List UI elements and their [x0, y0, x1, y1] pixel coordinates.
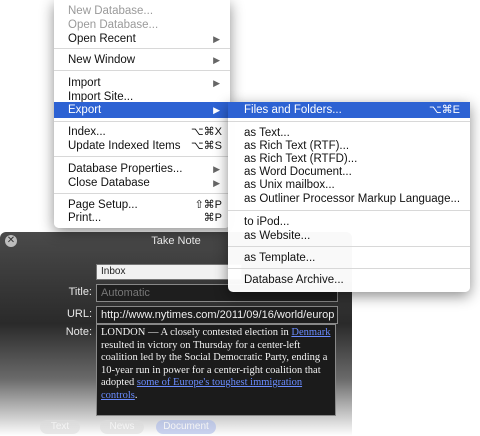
menu-item-export[interactable]: Export ▶ [54, 102, 230, 118]
submenu-item-as-rtfd[interactable]: as Rich Text (RTFD)... [228, 152, 470, 166]
menu-item-index[interactable]: Index... ⌥⌘X [54, 125, 230, 139]
note-textarea[interactable]: LONDON — A closely contested election in… [96, 324, 336, 416]
submenu-item-database-archive[interactable]: Database Archive... [228, 273, 470, 287]
submenu-arrow-icon: ▶ [213, 34, 220, 44]
menu-separator [54, 70, 230, 71]
news-button[interactable]: News [100, 420, 144, 434]
menu-item-print[interactable]: Print... ⌘P [54, 211, 230, 225]
shortcut: ⌘P [203, 212, 222, 224]
submenu-item-as-template[interactable]: as Template... [228, 251, 470, 265]
submenu-item-files-and-folders[interactable]: Files and Folders... ⌥⌘E [228, 102, 470, 118]
submenu-arrow-icon: ▶ [213, 105, 220, 115]
text-button[interactable]: Text [40, 420, 80, 434]
shortcut: ⌥⌘X [190, 126, 222, 138]
menu-item-page-setup[interactable]: Page Setup... ⇧⌘P [54, 198, 230, 212]
url-field[interactable]: http://www.nytimes.com/2011/09/16/world/… [96, 306, 338, 324]
menu-item-new-database: New Database... [68, 5, 154, 17]
submenu-item-as-opml[interactable]: as Outliner Processor Markup Language... [228, 192, 470, 206]
url-label: URL: [66, 308, 92, 320]
menu-separator [228, 268, 470, 269]
menu-separator [54, 156, 230, 157]
menu-separator [54, 121, 230, 122]
file-menu: New Database... Open Database... Open Re… [54, 0, 230, 228]
note-label: Note: [65, 326, 92, 338]
menu-item-open-database: Open Database... [68, 19, 159, 31]
submenu-item-as-website[interactable]: as Website... [228, 229, 470, 243]
shortcut: ⌥⌘S [190, 140, 222, 152]
title-label: Title: [68, 286, 92, 298]
menu-separator [54, 193, 230, 194]
menu-item-import[interactable]: Import ▶ [54, 76, 230, 90]
menu-separator [228, 246, 470, 247]
menu-separator [54, 48, 230, 49]
submenu-item-as-text[interactable]: as Text... [228, 126, 470, 140]
submenu-item-to-ipod[interactable]: to iPod... [228, 215, 470, 229]
menu-separator [228, 210, 470, 211]
submenu-item-as-rtf[interactable]: as Rich Text (RTF)... [228, 139, 470, 153]
note-text: LONDON — A closely contested election in [101, 327, 292, 338]
menu-separator [228, 121, 470, 122]
document-button[interactable]: Document [156, 420, 216, 434]
export-submenu: Files and Folders... ⌥⌘E as Text... as Ri… [228, 102, 470, 292]
shortcut: ⌥⌘E [428, 104, 460, 116]
submenu-arrow-icon: ▶ [213, 178, 220, 188]
title-placeholder: Automatic [101, 287, 150, 299]
submenu-arrow-icon: ▶ [213, 78, 220, 88]
submenu-item-as-unix-mailbox[interactable]: as Unix mailbox... [228, 178, 470, 192]
menu-item-database-properties[interactable]: Database Properties... ▶ [54, 162, 230, 176]
menu-item-new-window[interactable]: New Window ▶ [54, 53, 230, 67]
menu-item-close-database[interactable]: Close Database ▶ [54, 176, 230, 190]
shortcut: ⇧⌘P [194, 199, 222, 211]
submenu-arrow-icon: ▶ [213, 164, 220, 174]
note-text: . [134, 389, 138, 401]
note-link-denmark[interactable]: Denmark [291, 327, 330, 338]
menu-item-update-indexed-items[interactable]: Update Indexed Items ⌥⌘S [54, 139, 230, 153]
submenu-item-as-word-document[interactable]: as Word Document... [228, 165, 470, 179]
group-selector[interactable]: Inbox [96, 264, 242, 280]
submenu-arrow-icon: ▶ [213, 55, 220, 65]
menu-item-open-recent[interactable]: Open Recent ▶ [54, 32, 230, 46]
